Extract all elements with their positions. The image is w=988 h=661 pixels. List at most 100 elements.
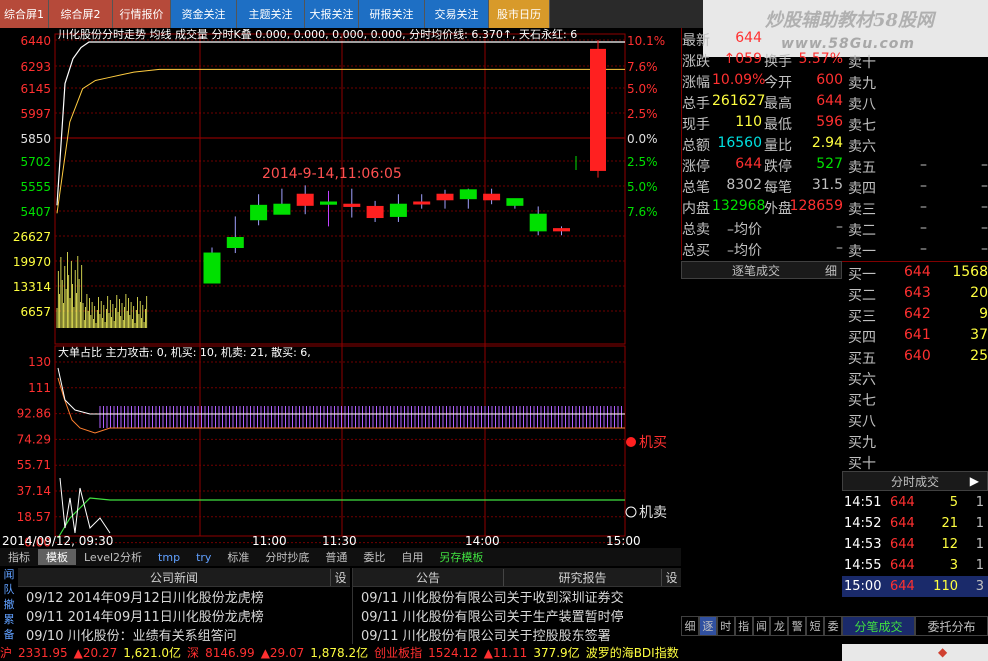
indicator-tab-9[interactable]: 自用 — [393, 549, 431, 565]
indicator-tick-label: 130 — [28, 355, 51, 369]
tick-volume: 5 — [949, 495, 958, 510]
tick-price: 644 — [890, 495, 915, 510]
quote-label2: 最低 — [764, 117, 792, 133]
tick-detail-button[interactable]: 细 — [825, 262, 837, 279]
price-tick-label: 5555 — [20, 180, 51, 194]
sell-price: – — [920, 157, 927, 173]
pct-tick-label: 7.6% — [627, 205, 658, 219]
panel-switch-button[interactable]: 指 — [734, 616, 753, 636]
quote-label2: 每笔 — [764, 180, 792, 196]
notice-title[interactable]: 公告 — [353, 569, 503, 586]
indicator-tab-7[interactable]: 普通 — [317, 549, 355, 565]
indicator-frame — [54, 345, 626, 537]
quote-label: 涨幅 — [682, 75, 710, 91]
ticker-item: 1,621.0亿 — [123, 646, 182, 660]
indicator-tab-0[interactable]: 指标 — [0, 549, 38, 565]
tick-volume: 12 — [941, 537, 958, 552]
pct-tick-label: 10.1% — [627, 34, 665, 48]
panel-switch-button[interactable]: 时 — [716, 616, 735, 636]
sell-row: 卖四 – – — [842, 176, 988, 197]
fenshi-header[interactable]: 分时成交 ▶ — [842, 471, 988, 491]
buy-label: 买四 — [848, 330, 876, 346]
quote-value: 644 — [735, 156, 762, 172]
sell-volume: – — [981, 157, 988, 173]
top-tab-5[interactable]: 大报关注 — [305, 0, 359, 28]
volume-tick-label: 26627 — [13, 230, 51, 244]
quote-label: 总笔 — [682, 180, 710, 196]
panel-switch-button[interactable]: 龙 — [770, 616, 789, 636]
report-title[interactable]: 研究报告 — [503, 568, 661, 586]
quote-value2: 596 — [816, 114, 843, 130]
notice-panel: 公告 研究报告 设 09/11 川化股份有限公司关于收到深圳证券交 09/11 川… — [352, 568, 681, 644]
avg-price-line — [56, 68, 625, 214]
buy-row: 买一 644 1568 — [842, 262, 988, 283]
legend-buy-dot-icon — [626, 437, 636, 447]
indicator-tab-2[interactable]: Level2分析 — [76, 549, 150, 565]
buy-label: 买五 — [848, 351, 876, 367]
indicator-tab-8[interactable]: 委比 — [355, 549, 393, 565]
quote-row: 涨停 644 跌停 527 — [682, 154, 843, 175]
volume-tick-label: 6657 — [20, 305, 51, 319]
quote-label: 总额 — [682, 138, 710, 154]
indicator-tick-label: 92.86 — [17, 407, 51, 421]
indicator-header: 大单占比 主力攻击: 0, 机买: 10, 机卖: 21, 散买: 6, — [58, 345, 311, 359]
company-news-item[interactable]: 09/11 2014年09月11日川化股份龙虎榜 — [18, 606, 350, 625]
buy-label: 买二 — [848, 288, 876, 304]
top-tab-7[interactable]: 交易关注 — [425, 0, 489, 28]
company-news-settings[interactable]: 设 — [330, 568, 350, 586]
side-label[interactable]: 队 — [0, 581, 18, 596]
buy-row: 买十 — [842, 451, 988, 472]
buy-label: 买八 — [848, 414, 876, 430]
sell-row: 卖五 – – — [842, 155, 988, 176]
indicator-tab-4[interactable]: try — [188, 551, 219, 564]
panel-switch-button[interactable]: 委 — [824, 616, 843, 636]
indicator-tick-label: 111 — [28, 381, 51, 395]
volume-tick-label: 19970 — [13, 255, 51, 269]
quote-label: 总买 — [682, 243, 710, 259]
top-tab-4[interactable]: 主题关注 — [237, 0, 305, 28]
panel-switch-button[interactable]: 短 — [806, 616, 825, 636]
side-label[interactable]: 撤 — [0, 596, 18, 611]
company-news-item[interactable]: 09/10 川化股份：业绩有关系组答问 — [18, 625, 350, 644]
panel-switch-button[interactable]: 闻 — [752, 616, 771, 636]
side-label[interactable]: 闻 — [0, 566, 18, 581]
bottom-right-tab[interactable]: 分笔成交 — [842, 616, 915, 636]
tick-time: 14:55 — [844, 558, 882, 573]
panel-switch-button[interactable]: 细 — [681, 616, 699, 636]
indicator-tab-10[interactable]: 另存模板 — [431, 549, 491, 565]
quote-label2: 换手 — [764, 54, 792, 70]
quote-value2: 31.5 — [811, 177, 843, 193]
company-news-item[interactable]: 09/12 2014年09月12日川化股份龙虎榜 — [18, 587, 350, 606]
panel-switch-button[interactable]: 警 — [788, 616, 807, 636]
indicator-tab-3[interactable]: tmp — [150, 551, 188, 564]
quote-row: 总笔 8302 每笔 31.5 — [682, 175, 843, 196]
quote-row: 现手 110 最低 596 — [682, 112, 843, 133]
intraday-chart[interactable]: 6440 6293 6145 5997 5850 5702 5555 5407 26627 199… — [0, 28, 681, 548]
notice-item[interactable]: 09/11 川化股份有限公司关于收到深圳证券交 — [353, 587, 681, 606]
notice-item[interactable]: 09/11 川化股份有限公司关于生产装置暂时停 — [353, 606, 681, 625]
side-label[interactable]: 备 — [0, 626, 18, 641]
indicator-tab-1[interactable]: 模板 — [38, 549, 76, 565]
top-tab-3[interactable]: 资金关注 — [171, 0, 237, 28]
panel-switch-button[interactable]: 逐 — [698, 616, 717, 636]
notice-settings[interactable]: 设 — [661, 568, 681, 586]
top-tab-1[interactable]: 综合屏2 — [49, 0, 113, 28]
buy-volume: 37 — [970, 327, 988, 343]
last-bar-body — [590, 48, 606, 171]
buy-price: 642 — [904, 306, 931, 322]
top-tab-8[interactable]: 股市日历 — [489, 0, 550, 28]
top-tab-2[interactable]: 行情报价 — [113, 0, 171, 28]
notice-item[interactable]: 09/11 川化股份有限公司关于控股股东签署 — [353, 625, 681, 644]
ticker-item: 377.9亿 — [533, 646, 580, 660]
top-tab-0[interactable]: 综合屏1 — [0, 0, 49, 28]
arrow-right-icon[interactable]: ▶ — [970, 474, 979, 488]
indicator-tab-5[interactable]: 标准 — [219, 549, 257, 565]
quote-row: 最新 644 — [682, 28, 843, 49]
indicator-tab-6[interactable]: 分时抄底 — [257, 549, 317, 565]
tick-header[interactable]: 逐笔成交 细 — [681, 261, 842, 279]
side-label[interactable]: 累 — [0, 611, 18, 626]
bottom-right-tab[interactable]: 委托分布 — [915, 616, 988, 636]
tick-row: 14:52 644 21 1 — [842, 513, 988, 534]
indicator-tick-label: 37.14 — [17, 484, 51, 498]
top-tab-6[interactable]: 研报关注 — [359, 0, 425, 28]
